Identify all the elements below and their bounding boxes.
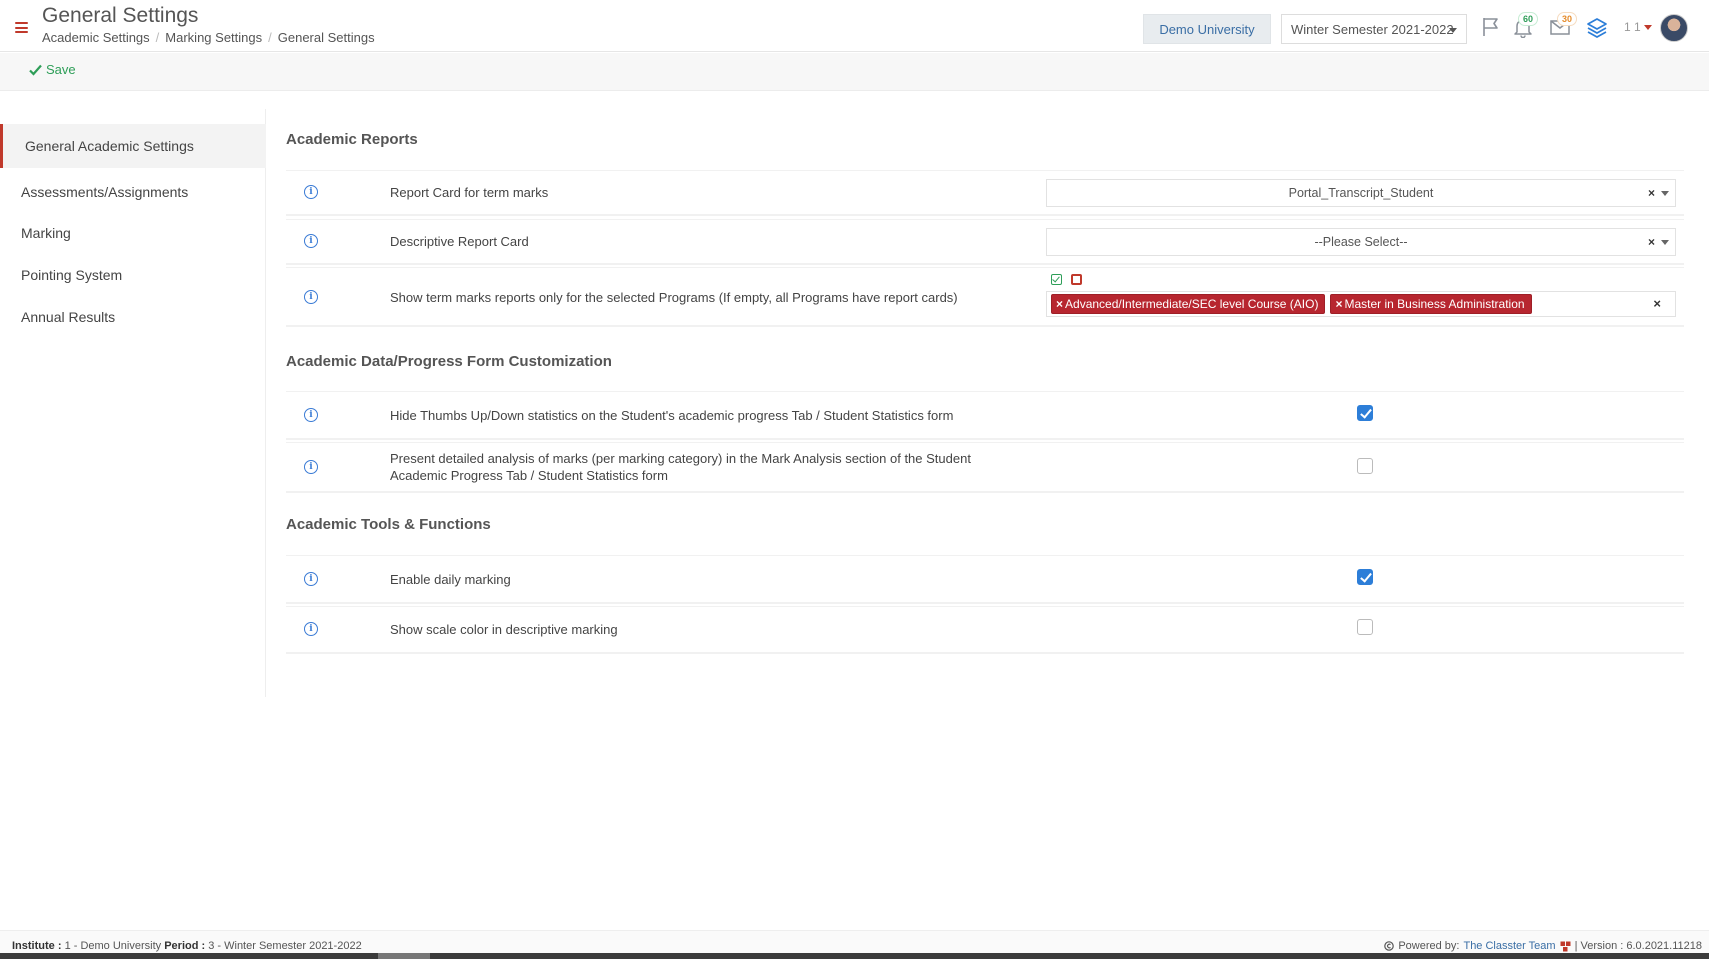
info-icon[interactable]: i: [304, 290, 318, 304]
caret-down-icon: [1643, 24, 1652, 30]
sidebar-item-assessments-assignments[interactable]: Assessments/Assignments: [0, 170, 266, 214]
info-icon[interactable]: i: [304, 408, 318, 422]
setting-label: Show term marks reports only for the sel…: [390, 290, 958, 305]
footer-period-value: 3 - Winter Semester 2021-2022: [208, 940, 362, 952]
scale-color-checkbox[interactable]: [1357, 619, 1373, 635]
descriptive-report-card-select-value: --Please Select--: [1314, 235, 1408, 249]
chevron-down-icon: [1661, 191, 1669, 196]
breadcrumb-separator: /: [268, 30, 272, 45]
info-icon[interactable]: i: [304, 460, 318, 474]
setting-label: Hide Thumbs Up/Down statistics on the St…: [390, 408, 954, 423]
breadcrumb-marking-settings[interactable]: Marking Settings: [165, 30, 262, 45]
message-count-badge: 30: [1557, 12, 1578, 26]
select-all-icon[interactable]: [1051, 274, 1062, 285]
clear-all-icon[interactable]: ×: [1653, 296, 1661, 311]
footer-version: | Version : 6.0.2021.11218: [1574, 940, 1702, 952]
setting-row-scale-color: i Show scale color in descriptive markin…: [286, 606, 1684, 654]
remove-tag-icon[interactable]: ×: [1335, 297, 1342, 311]
clear-icon[interactable]: ×: [1648, 186, 1655, 200]
sidebar-item-label: Marking: [21, 225, 71, 241]
programs-multiselect[interactable]: × Advanced/Intermediate/SEC level Course …: [1046, 291, 1676, 317]
setting-label: Show scale color in descriptive marking: [390, 622, 618, 637]
sidebar-item-label: General Academic Settings: [25, 138, 194, 154]
content-area: General Academic Settings Assessments/As…: [0, 91, 1709, 929]
section-title-academic-reports: Academic Reports: [286, 131, 418, 148]
top-header: General Settings Academic Settings / Mar…: [0, 0, 1709, 52]
footer-context: Institute : 1 - Demo University Period :…: [12, 940, 362, 952]
institute-button[interactable]: Demo University: [1143, 14, 1271, 44]
breadcrumb: Academic Settings / Marking Settings / G…: [42, 30, 375, 45]
footer-period-label: Period :: [164, 940, 206, 952]
sidebar-item-label: Pointing System: [21, 267, 123, 283]
footer-credits: Powered by: The Classter Team | Version …: [1384, 940, 1702, 952]
flag-icon[interactable]: [1480, 16, 1502, 38]
horizontal-scrollbar[interactable]: [0, 953, 1709, 959]
info-icon[interactable]: i: [304, 572, 318, 586]
classter-logo-icon: [1560, 941, 1571, 951]
setting-row-daily-marking: i Enable daily marking: [286, 555, 1684, 604]
program-tag-label: Advanced/Intermediate/SEC level Course (…: [1065, 297, 1319, 311]
scrollbar-thumb[interactable]: [378, 953, 430, 959]
hide-thumbs-checkbox[interactable]: [1357, 405, 1373, 421]
notification-count-badge: 60: [1518, 12, 1539, 26]
period-select[interactable]: Winter Semester 2021-2022: [1281, 14, 1467, 44]
setting-row-descriptive-report-card: i Descriptive Report Card --Please Selec…: [286, 219, 1684, 265]
select-toggle-group: [1051, 274, 1082, 285]
avatar[interactable]: [1660, 14, 1688, 42]
setting-row-program-filter: i Show term marks reports only for the s…: [286, 267, 1684, 327]
remove-tag-icon[interactable]: ×: [1056, 297, 1063, 311]
layers-icon[interactable]: [1586, 16, 1608, 38]
period-select-value: Winter Semester 2021-2022: [1291, 21, 1454, 37]
page-title: General Settings: [42, 4, 199, 27]
copyright-icon: [1384, 941, 1395, 951]
footer-powered-by: Powered by:: [1398, 940, 1460, 952]
setting-row-hide-thumbs: i Hide Thumbs Up/Down statistics on the …: [286, 391, 1684, 440]
footer-institute-label: Institute :: [12, 940, 62, 952]
section-title-academic-data: Academic Data/Progress Form Customizatio…: [286, 353, 612, 370]
sidebar-item-general-academic-settings[interactable]: General Academic Settings: [0, 124, 266, 168]
sidebar-item-annual-results[interactable]: Annual Results: [0, 295, 266, 339]
program-tag[interactable]: × Advanced/Intermediate/SEC level Course …: [1051, 294, 1326, 314]
info-icon[interactable]: i: [304, 234, 318, 248]
setting-row-detailed-analysis: i Present detailed analysis of marks (pe…: [286, 442, 1684, 493]
setting-label: Enable daily marking: [390, 572, 511, 587]
classter-team-link[interactable]: The Classter Team: [1463, 940, 1555, 952]
setting-label: Descriptive Report Card: [390, 234, 529, 249]
section-title-academic-tools: Academic Tools & Functions: [286, 516, 491, 533]
report-card-select-value: Portal_Transcript_Student: [1288, 186, 1434, 200]
deselect-all-icon[interactable]: [1071, 274, 1082, 285]
program-tag[interactable]: × Master in Business Administration: [1330, 294, 1532, 314]
breadcrumb-general-settings[interactable]: General Settings: [278, 30, 375, 45]
chevron-down-icon: [1449, 28, 1457, 33]
breadcrumb-academic-settings[interactable]: Academic Settings: [42, 30, 150, 45]
user-menu-toggle[interactable]: 1 1: [1624, 20, 1652, 34]
program-tag-label: Master in Business Administration: [1344, 297, 1525, 311]
detailed-analysis-checkbox[interactable]: [1357, 458, 1373, 474]
sidebar-item-label: Assessments/Assignments: [21, 184, 189, 200]
checkmark-icon: [29, 64, 42, 76]
toolbar: Save: [0, 53, 1709, 91]
setting-row-report-card: i Report Card for term marks Portal_Tran…: [286, 170, 1684, 216]
daily-marking-checkbox[interactable]: [1357, 569, 1373, 585]
sidebar-item-marking[interactable]: Marking: [0, 211, 266, 255]
sidebar-item-pointing-system[interactable]: Pointing System: [0, 253, 266, 297]
save-button-label: Save: [46, 62, 76, 77]
info-icon[interactable]: i: [304, 622, 318, 636]
info-icon[interactable]: i: [304, 185, 318, 199]
footer-institute-value: 1 - Demo University: [64, 940, 162, 952]
save-button[interactable]: Save: [29, 62, 76, 77]
sidebar-item-label: Annual Results: [21, 309, 116, 325]
setting-label: Report Card for term marks: [390, 185, 549, 200]
report-card-select[interactable]: Portal_Transcript_Student ×: [1046, 179, 1676, 207]
chevron-down-icon: [1661, 240, 1669, 245]
descriptive-report-card-select[interactable]: --Please Select-- ×: [1046, 228, 1676, 256]
settings-sidebar: General Academic Settings Assessments/As…: [0, 109, 266, 697]
setting-label: Present detailed analysis of marks (per …: [390, 451, 971, 483]
clear-icon[interactable]: ×: [1648, 235, 1655, 249]
user-ids-text: 1 1: [1624, 20, 1641, 34]
breadcrumb-separator: /: [155, 30, 160, 45]
hamburger-menu-icon[interactable]: [15, 22, 28, 33]
